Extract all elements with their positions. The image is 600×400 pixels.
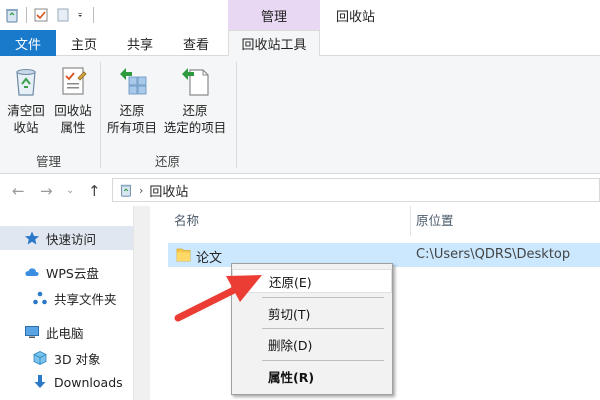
title-bar: 管理 回收站	[0, 0, 600, 30]
recent-locations-chevron-icon[interactable]: ⌄	[66, 185, 74, 196]
restore-selected-items-button[interactable]: 还原 选定的项目	[160, 64, 230, 136]
menu-separator	[262, 328, 384, 329]
file-name[interactable]: 论文	[196, 247, 222, 266]
forward-arrow-icon[interactable]: →	[40, 182, 53, 200]
restore-all-items-button[interactable]: 还原 所有项目	[104, 64, 160, 136]
empty-recycle-bin-label-line1: 清空回	[7, 103, 45, 118]
shared-folder-icon	[33, 291, 47, 305]
recycle-bin-properties-button[interactable]: 回收站 属性	[50, 64, 96, 136]
nav-downloads-label: Downloads	[54, 374, 123, 390]
tab-view[interactable]: 查看	[168, 30, 224, 56]
properties-icon	[62, 67, 87, 95]
navigation-pane-scrollbar[interactable]	[133, 206, 150, 400]
nav-quick-access[interactable]: 快速访问	[0, 226, 133, 250]
nav-shared-folder-label: 共享文件夹	[54, 291, 117, 307]
nav-3d-objects-label: 3D 对象	[54, 351, 101, 367]
properties-check-icon[interactable]	[33, 7, 49, 23]
window-title: 回收站	[336, 10, 376, 25]
nav-wps-cloud[interactable]: WPS云盘	[0, 260, 133, 284]
properties-label-line1: 回收站	[54, 103, 92, 118]
empty-recycle-bin-icon	[16, 69, 36, 96]
ribbon-group-manage: 管理	[36, 154, 62, 169]
toolbar-separator	[26, 7, 27, 23]
ribbon-group-separator	[236, 62, 237, 168]
column-header-original-location[interactable]: 原位置	[416, 210, 454, 229]
ribbon-tab-row: 文件 主页 共享 查看 回收站工具	[0, 30, 600, 57]
nav-quick-access-label: 快速访问	[46, 231, 97, 247]
menu-item-restore[interactable]: 还原(E)	[232, 269, 392, 293]
column-header-name[interactable]: 名称	[174, 210, 199, 229]
nav-3d-objects[interactable]: 3D 对象	[0, 346, 133, 370]
recycle-bin-icon	[120, 184, 132, 197]
download-arrow-icon	[34, 375, 46, 388]
restore-selected-label-line2: 选定的项目	[163, 120, 227, 135]
nav-shared-folder[interactable]: 共享文件夹	[0, 286, 133, 310]
nav-downloads[interactable]: Downloads	[0, 370, 133, 394]
cube-icon	[33, 351, 47, 365]
menu-item-delete[interactable]: 删除(D)	[232, 332, 392, 356]
star-icon	[25, 231, 39, 245]
address-bar-row: ← → ⌄ ↑ › 回收站	[0, 174, 600, 206]
back-arrow-icon[interactable]: ←	[12, 182, 25, 200]
restore-all-icon	[120, 68, 147, 95]
restore-selected-label-line1: 还原	[182, 103, 208, 118]
empty-recycle-bin-label-line2: 收站	[13, 120, 39, 135]
empty-recycle-bin-button[interactable]: 清空回 收站	[4, 64, 48, 136]
context-menu: 还原(E) 剪切(T) 删除(D) 属性(R)	[231, 263, 393, 395]
menu-separator	[262, 360, 384, 361]
navigation-pane: 快速访问 WPS云盘 共享文件夹 此电脑 3D 对象 Downloads	[0, 206, 150, 400]
breadcrumb-chevron-icon[interactable]: ›	[139, 184, 143, 197]
breadcrumb-recycle-bin[interactable]: 回收站	[149, 181, 188, 200]
nav-this-pc-label: 此电脑	[46, 325, 84, 341]
file-original-location: C:\Users\QDRS\Desktop	[416, 247, 571, 262]
computer-icon	[25, 326, 39, 338]
quick-access-toolbar	[4, 5, 94, 25]
recycle-bin-icon[interactable]	[4, 7, 20, 23]
restore-all-label-line1: 还原	[119, 103, 145, 118]
toolbar-separator	[93, 7, 94, 23]
ribbon: 清空回 收站 回收站 属性 还原 所有项目 还原 选定的项目 管理 还原	[0, 56, 600, 174]
tab-file[interactable]: 文件	[0, 30, 56, 56]
cloud-icon	[25, 268, 39, 276]
folder-icon	[176, 248, 191, 262]
customize-toolbar-icon[interactable]	[77, 7, 87, 23]
nav-wps-cloud-label: WPS云盘	[46, 265, 99, 281]
tab-recycle-bin-tools[interactable]: 回收站工具	[228, 30, 320, 57]
column-header-separator[interactable]	[410, 206, 411, 236]
restore-selected-icon	[182, 68, 209, 96]
menu-separator	[262, 297, 384, 298]
ribbon-group-restore: 还原	[155, 154, 181, 169]
tab-share[interactable]: 共享	[112, 30, 168, 56]
address-bar[interactable]: › 回收站	[112, 178, 600, 202]
nav-this-pc[interactable]: 此电脑	[0, 320, 133, 344]
menu-item-cut[interactable]: 剪切(T)	[232, 301, 392, 325]
new-folder-icon[interactable]	[55, 7, 71, 23]
menu-item-properties[interactable]: 属性(R)	[232, 364, 392, 388]
tab-home[interactable]: 主页	[56, 30, 112, 56]
restore-all-label-line2: 所有项目	[106, 120, 157, 135]
properties-label-line2: 属性	[60, 120, 86, 135]
manage-context-tab-title: 管理	[228, 0, 320, 30]
up-arrow-icon[interactable]: ↑	[88, 182, 101, 200]
ribbon-group-separator	[100, 62, 101, 168]
